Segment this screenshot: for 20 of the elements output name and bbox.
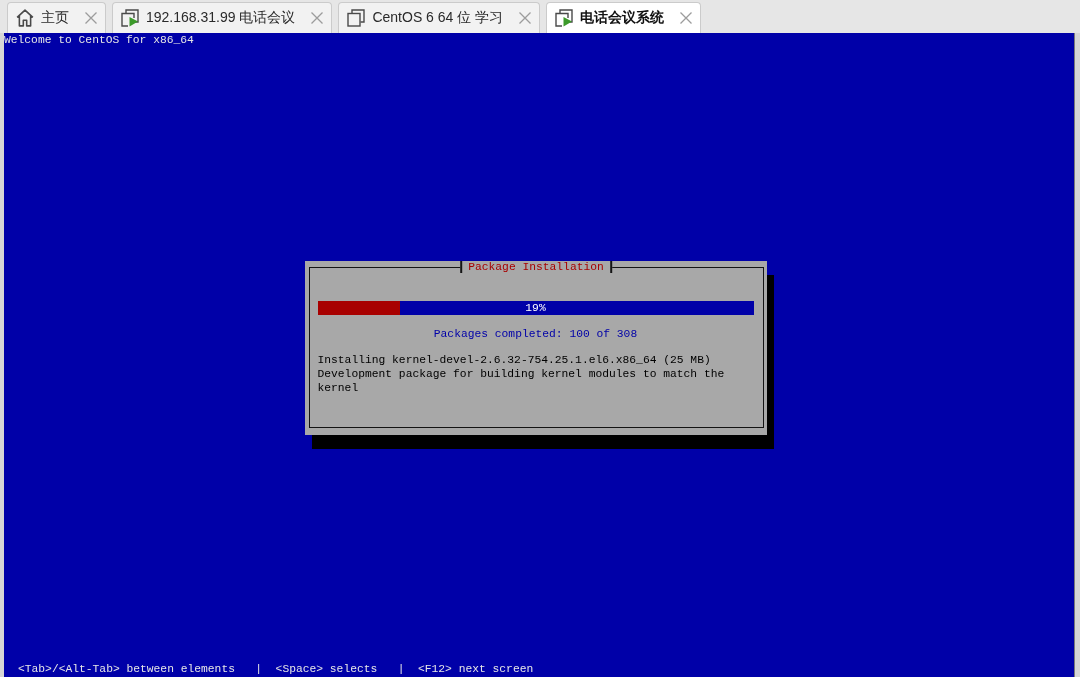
packages-status: Packages completed: 100 of 308 xyxy=(433,326,638,341)
close-icon[interactable] xyxy=(311,12,324,24)
squares-play-icon xyxy=(121,9,139,27)
tab[interactable]: 192.168.31.99 电话会议 xyxy=(112,2,333,33)
house-icon xyxy=(16,9,34,27)
package-detail-line: Installing kernel-devel-2.6.32-754.25.1.el6.x86_64 (25 MB) xyxy=(317,352,711,367)
squares-play-icon xyxy=(555,9,574,27)
help-line: <Tab>/<Alt-Tab> between elements | <Space> selects | <F12> next screen xyxy=(18,662,534,676)
overlapping-squares-icon xyxy=(347,9,366,27)
tab[interactable]: 电话会议系统 xyxy=(546,2,702,33)
tab[interactable]: 主页 xyxy=(7,2,106,33)
tab[interactable]: CentOS 6 64 位 学习 xyxy=(338,2,541,33)
dialog-title: Package Installation xyxy=(460,260,612,273)
close-icon[interactable] xyxy=(85,12,97,24)
welcome-text: Welcome to CentOS for x86_64 xyxy=(4,33,194,47)
close-icon[interactable] xyxy=(680,12,693,24)
progress-percent: 19% xyxy=(525,300,546,315)
package-detail-line: Development package for building kernel modules to match the xyxy=(317,366,725,381)
package-detail-line: kernel xyxy=(317,380,359,395)
close-icon[interactable] xyxy=(519,12,532,24)
